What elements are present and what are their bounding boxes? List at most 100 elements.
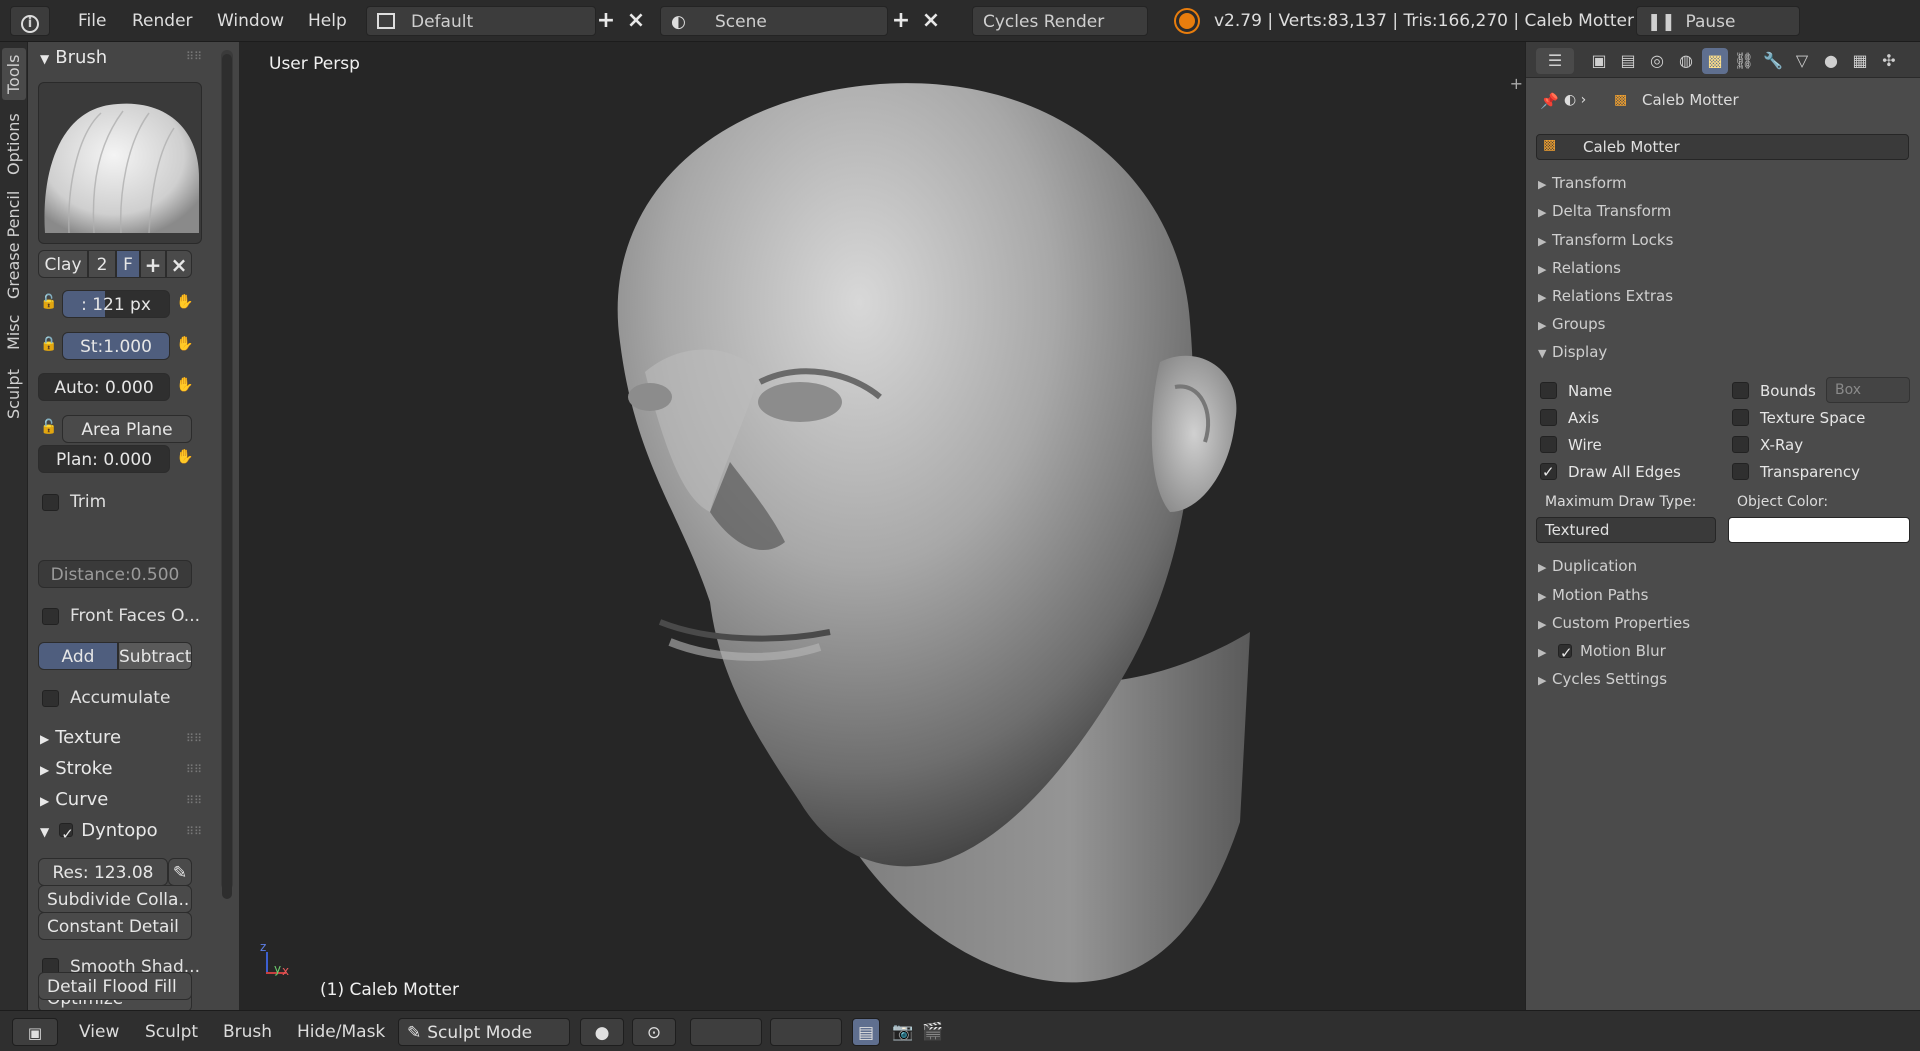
texture-tab-icon[interactable]: ▦ — [1847, 48, 1873, 74]
accumulate-checkbox[interactable] — [42, 690, 59, 707]
brush-panel-header[interactable]: ▼ Brush — [40, 45, 107, 71]
trim-checkbox[interactable] — [42, 494, 59, 511]
display-panel-header[interactable]: ▼ Display — [1538, 341, 1607, 363]
menu-window[interactable]: Window — [217, 5, 284, 37]
menu-brush[interactable]: Brush — [223, 1019, 272, 1045]
pin-icon[interactable]: 📌 — [1540, 92, 1559, 110]
detail-type-select[interactable]: Constant Detail — [38, 912, 192, 940]
duplication-panel[interactable]: ▶ Duplication — [1538, 555, 1637, 577]
menu-hide-mask[interactable]: Hide/Mask — [297, 1019, 385, 1045]
pause-blender-button[interactable]: ❚❚Pause Blender — [1636, 6, 1800, 62]
draw-all-edges-checkbox[interactable]: Draw All Edges — [1540, 461, 1681, 483]
sample-detail-button[interactable]: ✎ — [168, 858, 192, 886]
tab-grease-pencil[interactable]: Grease Pencil — [2, 188, 26, 302]
curve-panel-header[interactable]: ▶ Curve — [40, 787, 108, 813]
drag-grip-icon[interactable]: ⠿⠿ — [186, 763, 202, 776]
strength-slider[interactable]: St:1.000 — [62, 332, 170, 360]
layers-selector-2[interactable] — [770, 1018, 842, 1046]
screen-layout-selector[interactable]: Default — [366, 6, 596, 36]
radius-slider[interactable]: : 121 px — [62, 290, 170, 318]
add-scene-icon[interactable]: + — [888, 8, 914, 34]
object-tab-icon[interactable]: ▩ — [1702, 48, 1728, 74]
scene-selector[interactable]: ◐ Scene — [660, 6, 888, 36]
relations-panel[interactable]: ▶ Relations — [1538, 257, 1621, 279]
layer-manager-button[interactable]: ▤ — [852, 1018, 880, 1046]
pivot-point-select[interactable]: ⊙ — [632, 1018, 676, 1046]
lock-icon[interactable]: 🔓 — [38, 290, 60, 314]
front-faces-checkbox[interactable] — [42, 608, 59, 625]
motion-blur-checkbox[interactable] — [1558, 642, 1573, 664]
menu-help[interactable]: Help — [308, 5, 347, 37]
tab-options[interactable]: Options — [2, 108, 26, 180]
display-wire-checkbox[interactable]: Wire — [1540, 434, 1602, 456]
subtract-direction-button[interactable]: Subtract — [118, 642, 192, 670]
editor-type-icon[interactable]: ☰ — [1536, 48, 1574, 74]
world-tab-icon[interactable]: ◍ — [1673, 48, 1699, 74]
add-direction-button[interactable]: Add — [38, 642, 118, 670]
drag-grip-icon[interactable]: ⠿⠿ — [186, 825, 202, 838]
modifiers-tab-icon[interactable]: 🔧 — [1760, 48, 1786, 74]
dyntopo-checkbox[interactable] — [59, 821, 74, 847]
subdivide-collapse-select[interactable]: Subdivide Colla... — [38, 885, 192, 913]
constraints-tab-icon[interactable]: ⛓ — [1731, 48, 1757, 74]
viewport-shading-select[interactable]: ● — [580, 1018, 624, 1046]
unlink-brush-button[interactable]: × — [166, 250, 192, 278]
display-axis-checkbox[interactable]: Axis — [1540, 407, 1599, 429]
render-image-icon[interactable]: 📷 — [892, 1019, 916, 1045]
object-color-swatch[interactable] — [1728, 517, 1910, 543]
detail-resolution-field[interactable]: Res: 123.08 — [38, 858, 168, 886]
drag-grip-icon[interactable]: ⠿⠿ — [186, 50, 202, 63]
transparency-checkbox[interactable]: Transparency — [1732, 461, 1860, 483]
scene-tab-icon[interactable]: ◎ — [1644, 48, 1670, 74]
transform-locks-panel[interactable]: ▶ Transform Locks — [1538, 229, 1673, 251]
pressure-plane-icon[interactable]: ✋ — [174, 445, 196, 469]
render-engine-select[interactable]: Cycles Render — [972, 6, 1148, 36]
data-tab-icon[interactable]: ▽ — [1789, 48, 1815, 74]
drag-grip-icon[interactable]: ⠿⠿ — [186, 732, 202, 745]
lock-icon[interactable]: 🔓 — [38, 415, 60, 439]
menu-view[interactable]: View — [79, 1019, 119, 1045]
menu-file[interactable]: File — [78, 5, 106, 37]
custom-properties-panel[interactable]: ▶ Custom Properties — [1538, 612, 1690, 634]
fake-user-toggle[interactable]: F — [116, 250, 140, 278]
drag-grip-icon[interactable]: ⠿⠿ — [186, 794, 202, 807]
pressure-strength-icon[interactable]: ✋ — [174, 332, 196, 356]
pressure-autosmooth-icon[interactable]: ✋ — [174, 373, 196, 397]
mode-select[interactable]: ✎ Sculpt Mode — [398, 1018, 570, 1046]
detail-flood-fill-button[interactable]: Detail Flood Fill — [38, 972, 192, 1000]
max-draw-type-select[interactable]: Textured — [1536, 517, 1716, 543]
pressure-radius-icon[interactable]: ✋ — [174, 290, 196, 314]
tab-sculpt[interactable]: Sculpt — [2, 362, 26, 426]
area-plane-select[interactable]: Area Plane — [62, 415, 192, 443]
brush-preview[interactable] — [38, 82, 202, 244]
material-tab-icon[interactable]: ● — [1818, 48, 1844, 74]
bounds-type-select[interactable]: Box — [1826, 377, 1910, 403]
editor-type-button[interactable]: ▣ — [12, 1018, 58, 1046]
tab-misc[interactable]: Misc — [2, 310, 26, 354]
distance-slider[interactable]: Distance:0.500 — [38, 560, 192, 588]
layers-selector[interactable] — [690, 1018, 762, 1046]
stroke-panel-header[interactable]: ▶ Stroke — [40, 756, 113, 782]
motion-paths-panel[interactable]: ▶ Motion Paths — [1538, 584, 1648, 606]
object-name-field[interactable]: ▩ Caleb Motter — [1536, 134, 1909, 160]
physics-tab-icon[interactable]: ✣ — [1876, 48, 1902, 74]
delta-transform-panel[interactable]: ▶ Delta Transform — [1538, 200, 1671, 222]
remove-screen-icon[interactable]: × — [623, 8, 649, 34]
editor-type-button[interactable]: i — [10, 6, 50, 36]
brush-name-field[interactable]: Clay — [38, 250, 88, 278]
brush-users-count[interactable]: 2 — [88, 250, 116, 278]
tool-shelf-scrollbar[interactable] — [221, 50, 233, 899]
render-tab-icon[interactable]: ▣ — [1586, 48, 1612, 74]
texture-space-checkbox[interactable]: Texture Space — [1732, 407, 1865, 429]
cycles-settings-panel[interactable]: ▶ Cycles Settings — [1538, 668, 1667, 690]
new-brush-button[interactable]: + — [140, 250, 166, 278]
groups-panel[interactable]: ▶ Groups — [1538, 313, 1605, 335]
plane-offset-slider[interactable]: Plan: 0.000 — [38, 445, 170, 473]
relations-extras-panel[interactable]: ▶ Relations Extras — [1538, 285, 1673, 307]
lock-icon[interactable]: 🔒 — [38, 332, 60, 356]
tab-tools[interactable]: Tools — [2, 48, 26, 100]
dyntopo-panel-header[interactable]: ▼ Dyntopo — [40, 818, 158, 847]
render-layers-tab-icon[interactable]: ▤ — [1615, 48, 1641, 74]
remove-scene-icon[interactable]: × — [918, 8, 944, 34]
texture-panel-header[interactable]: ▶ Texture — [40, 725, 121, 751]
